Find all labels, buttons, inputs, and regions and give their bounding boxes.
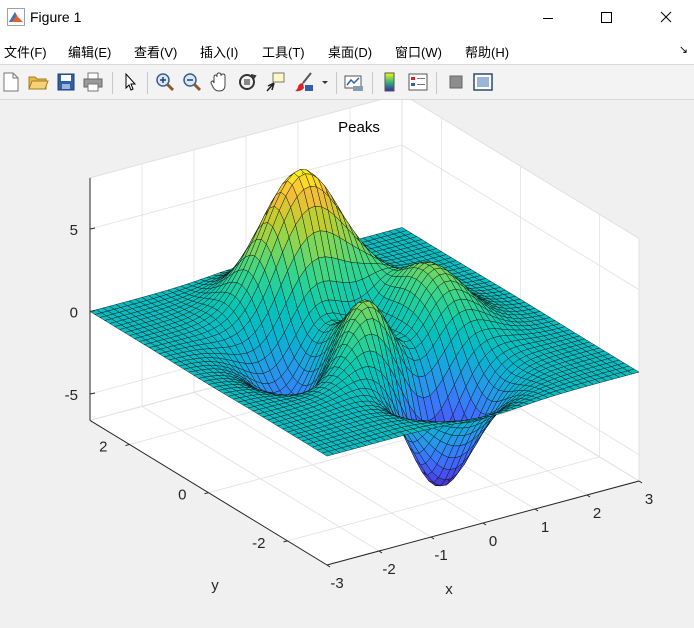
menu-edit[interactable]: 编辑(E) xyxy=(68,42,111,61)
y-tick-mark xyxy=(125,444,130,446)
x-tick-label: 1 xyxy=(541,519,549,536)
z-tick-label: 0 xyxy=(70,305,78,322)
y-tick-label: -2 xyxy=(252,535,265,552)
toolbar-separator xyxy=(372,72,373,94)
x-tick-label: 0 xyxy=(489,533,497,550)
x-tick-label: 2 xyxy=(593,505,601,522)
new-figure-icon[interactable] xyxy=(0,71,22,93)
menu-insert[interactable]: 插入(I) xyxy=(200,42,238,61)
link-plot-icon[interactable] xyxy=(343,71,365,93)
print-icon[interactable] xyxy=(82,71,104,93)
toolbar-separator xyxy=(112,72,113,94)
x-tick-label: -1 xyxy=(434,547,447,564)
minimize-button[interactable] xyxy=(525,0,571,36)
menu-desktop[interactable]: 桌面(D) xyxy=(328,42,372,61)
menu-help[interactable]: 帮助(H) xyxy=(465,42,509,61)
x-tick-mark xyxy=(482,522,487,526)
x-tick-mark xyxy=(378,550,383,554)
legend-icon[interactable] xyxy=(407,71,429,93)
title-bar: Figure 1 xyxy=(0,0,694,36)
y-tick-mark xyxy=(283,540,288,543)
y-axis-label: y xyxy=(211,577,219,594)
pointer-icon[interactable] xyxy=(119,71,141,93)
brush-icon[interactable] xyxy=(293,71,315,93)
x-tick-label: 3 xyxy=(645,491,653,508)
y-tick-label: 2 xyxy=(99,439,107,456)
toolbar-separator xyxy=(336,72,337,94)
zoom-in-icon[interactable] xyxy=(154,71,176,93)
dropdown-arrow-icon[interactable] xyxy=(319,71,331,93)
window-title: Figure 1 xyxy=(30,9,82,25)
menu-view[interactable]: 查看(V) xyxy=(134,42,177,61)
menu-tools[interactable]: 工具(T) xyxy=(262,42,305,61)
y-tick-mark xyxy=(204,492,209,495)
zoom-out-icon[interactable] xyxy=(181,71,203,93)
menu-window[interactable]: 窗口(W) xyxy=(395,42,442,61)
menu-file[interactable]: 文件(F) xyxy=(4,42,47,61)
x-tick-label: -2 xyxy=(382,561,395,578)
rotate-3d-icon[interactable] xyxy=(236,71,258,93)
hide-tools-icon[interactable] xyxy=(445,71,467,93)
plot-title: Peaks xyxy=(338,119,380,136)
pan-hand-icon[interactable] xyxy=(208,71,230,93)
surface-plot[interactable]: Peaks x y -3 -2 -1 0 1 2 3 -2 0 2 -5 0 5 xyxy=(0,92,694,624)
x-tick-mark xyxy=(586,494,591,498)
show-tools-icon[interactable] xyxy=(472,71,494,93)
dock-arrow-icon[interactable]: ↘ xyxy=(679,43,688,56)
data-cursor-icon[interactable] xyxy=(264,71,286,93)
colorbar-icon[interactable] xyxy=(379,71,401,93)
figure-canvas[interactable]: Peaks x y -3 -2 -1 0 1 2 3 -2 0 2 -5 0 5 xyxy=(0,92,694,624)
x-tick-label: -3 xyxy=(330,575,343,592)
matlab-logo-icon xyxy=(7,8,25,26)
menu-bar: 文件(F) 编辑(E) 查看(V) 插入(I) 工具(T) 桌面(D) 窗口(W… xyxy=(0,36,694,65)
x-tick-mark xyxy=(638,480,643,484)
x-tick-mark xyxy=(430,536,435,540)
x-axis-label: x xyxy=(445,581,453,598)
open-folder-icon[interactable] xyxy=(27,71,49,93)
x-tick-mark xyxy=(326,564,331,568)
z-tick-label: -5 xyxy=(65,387,78,404)
z-tick-label: 5 xyxy=(70,222,78,239)
maximize-button[interactable] xyxy=(583,0,629,36)
toolbar-separator xyxy=(436,72,437,94)
toolbar xyxy=(0,65,694,100)
toolbar-separator xyxy=(147,72,148,94)
save-icon[interactable] xyxy=(55,71,77,93)
close-button[interactable] xyxy=(643,0,689,36)
y-tick-label: 0 xyxy=(178,487,186,504)
x-tick-mark xyxy=(534,508,539,512)
